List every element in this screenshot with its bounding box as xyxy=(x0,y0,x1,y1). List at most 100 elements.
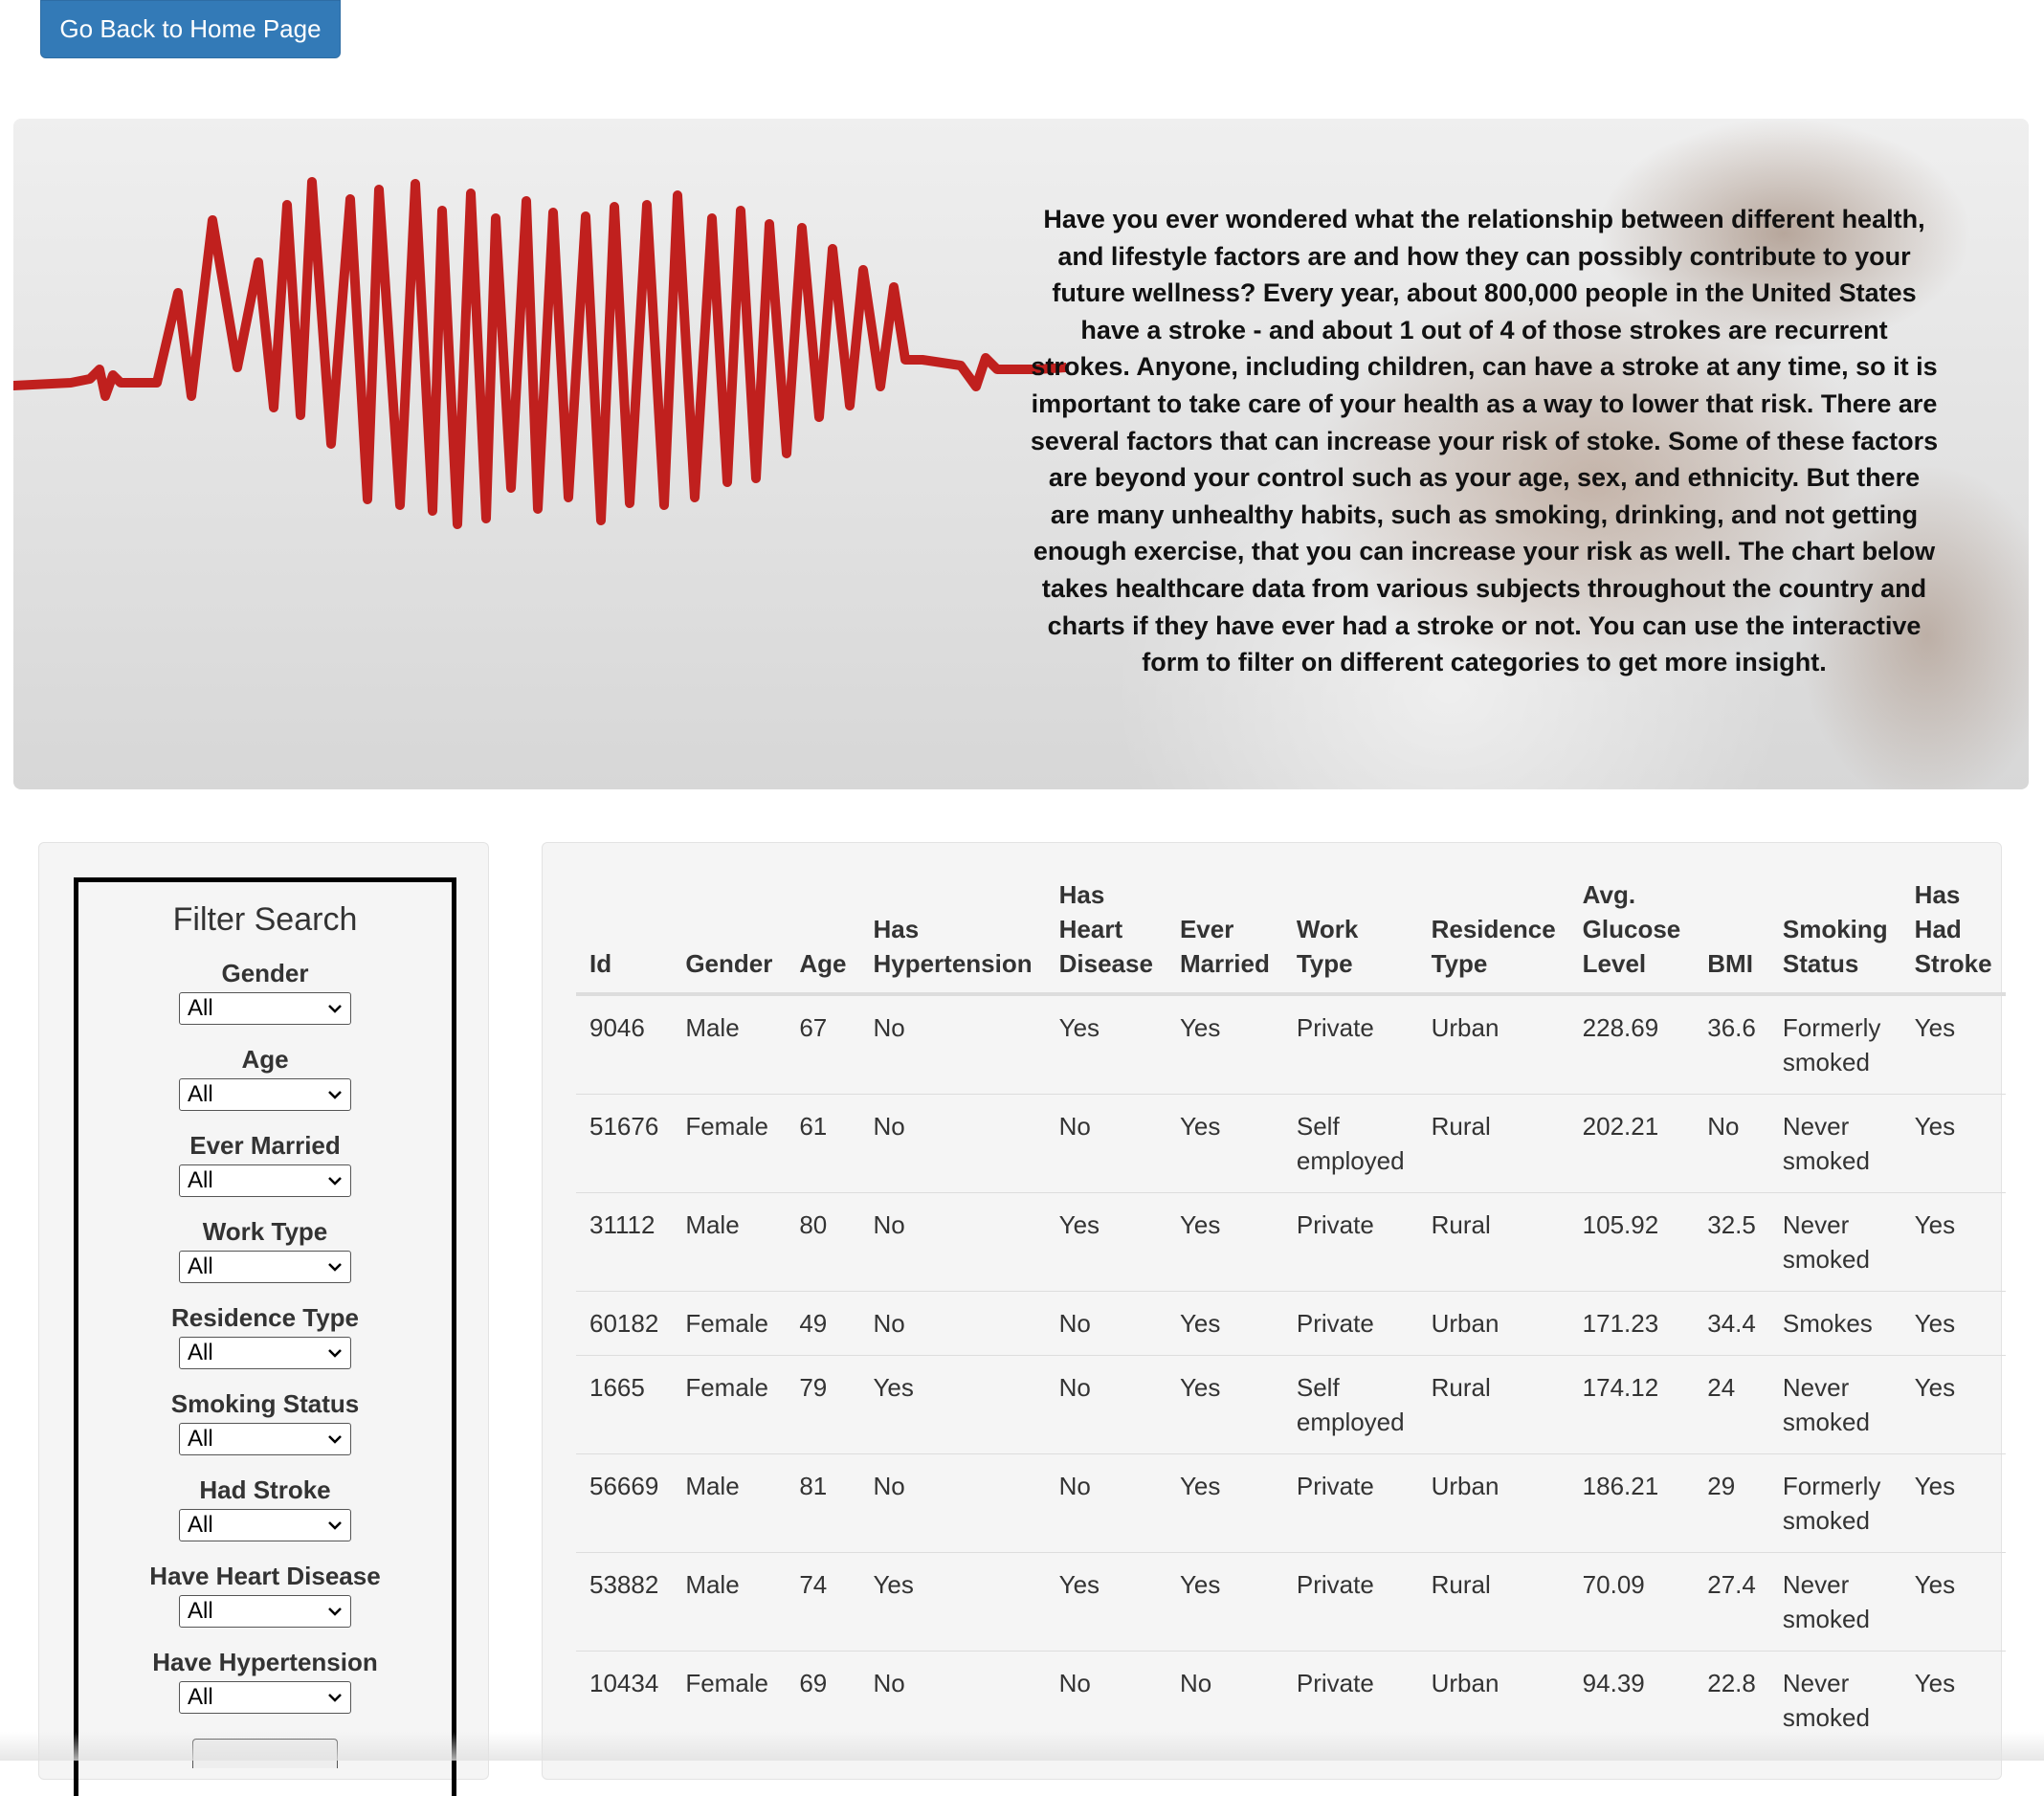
filter-group: Work Type All xyxy=(78,1214,452,1300)
column-header-word: Age xyxy=(799,949,847,978)
hero-banner: Have you ever wondered what the relation… xyxy=(13,119,2029,789)
table-row: 10434 Female 69 No No No Private Urban 94.39 22.8… xyxy=(576,1651,2006,1749)
age-select[interactable]: All xyxy=(179,1078,351,1111)
home-button[interactable]: Go Back to Home Page xyxy=(40,0,341,58)
column-header-word: Disease xyxy=(1058,949,1153,978)
table-cell: Private xyxy=(1282,1453,1418,1553)
table-cell: 53882 xyxy=(576,1552,673,1652)
filter-label-have-hypertension: Have Hypertension xyxy=(152,1648,378,1676)
column-header: Has Had Stroke xyxy=(1900,877,2006,996)
table-cell: 74 xyxy=(786,1552,860,1652)
chevron-down-icon xyxy=(328,1091,342,1099)
table-cell: Never smoked xyxy=(1768,1192,1901,1292)
table-cell: Private xyxy=(1282,1192,1418,1292)
table-cell: No xyxy=(859,993,1046,1095)
filter-title: Filter Search xyxy=(172,901,358,938)
select-value: All xyxy=(188,995,213,1021)
submit-button[interactable] xyxy=(192,1739,338,1768)
table-cell: 105.92 xyxy=(1568,1192,1695,1292)
results-panel: Id Gender Age Has Hypertension Has Heart Diseas… xyxy=(542,842,2006,1780)
have-hypertension-select[interactable]: All xyxy=(179,1681,351,1714)
table-cell: Yes xyxy=(1166,1552,1283,1652)
column-header-word: Work xyxy=(1296,915,1359,943)
table-cell: No xyxy=(859,1094,1046,1193)
table-cell: Male xyxy=(672,1453,787,1553)
column-header-word: Smoking xyxy=(1782,915,1888,943)
table-cell: No xyxy=(859,1453,1046,1553)
table-row: 60182 Female 49 No No Yes Private Urban 171.23 34… xyxy=(576,1291,2006,1356)
table-cell: 94.39 xyxy=(1568,1651,1695,1749)
chevron-down-icon xyxy=(328,1521,342,1530)
filter-group: Gender All xyxy=(78,956,452,1042)
table-cell: 1665 xyxy=(576,1355,673,1454)
column-header-word: Stroke xyxy=(1914,949,1992,978)
table-cell: 70.09 xyxy=(1568,1552,1695,1652)
table-cell: 51676 xyxy=(576,1094,673,1193)
column-header-word: Hypertension xyxy=(873,949,1033,978)
table-cell: No xyxy=(1045,1453,1166,1553)
ever-married-select[interactable]: All xyxy=(179,1164,351,1197)
table-cell: Yes xyxy=(1900,1453,2006,1553)
column-header-word: Type xyxy=(1431,949,1488,978)
column-header: Smoking Status xyxy=(1768,877,1901,996)
table-cell: No xyxy=(1166,1651,1283,1749)
filter-group: Ever Married All xyxy=(78,1128,452,1214)
column-header-word: BMI xyxy=(1707,949,1753,978)
column-header-word: Married xyxy=(1179,949,1270,978)
table-cell: 202.21 xyxy=(1568,1094,1695,1193)
table-cell: Yes xyxy=(1166,1291,1283,1356)
table-cell: Yes xyxy=(859,1355,1046,1454)
filter-group: Have Hypertension All xyxy=(78,1645,452,1731)
table-cell: Female xyxy=(672,1291,787,1356)
table-cell: Formerly smoked xyxy=(1768,1453,1901,1553)
chevron-down-icon xyxy=(328,1694,342,1702)
table-cell: Never smoked xyxy=(1768,1355,1901,1454)
filter-form: Filter Search Gender All Age All Ever Marrie… xyxy=(74,877,456,1796)
filter-group: Smoking Status All xyxy=(78,1386,452,1473)
table-cell: Yes xyxy=(1900,993,2006,1095)
table-cell: Rural xyxy=(1417,1355,1569,1454)
column-header: BMI xyxy=(1694,877,1769,996)
table-cell: Rural xyxy=(1417,1192,1569,1292)
table-cell: Urban xyxy=(1417,1651,1569,1749)
table-cell: Yes xyxy=(1166,1355,1283,1454)
column-header: Has Heart Disease xyxy=(1045,877,1166,996)
filter-label-gender: Gender xyxy=(221,959,309,987)
stroke-data-table: Id Gender Age Has Hypertension Has Heart Diseas… xyxy=(576,877,2006,1749)
table-cell: Yes xyxy=(1900,1651,2006,1749)
chevron-down-icon xyxy=(328,1177,342,1186)
work-type-select[interactable]: All xyxy=(179,1251,351,1283)
column-header-word: Ever xyxy=(1179,915,1234,943)
table-cell: Rural xyxy=(1417,1094,1569,1193)
column-header-word: Had xyxy=(1914,915,1962,943)
table-cell: Yes xyxy=(1045,993,1166,1095)
filter-label-smoking-status: Smoking Status xyxy=(170,1389,360,1418)
table-cell: Urban xyxy=(1417,1453,1569,1553)
gender-select[interactable]: All xyxy=(179,992,351,1025)
column-header-word: Status xyxy=(1782,949,1859,978)
table-cell: Never smoked xyxy=(1768,1651,1901,1749)
table-cell: 49 xyxy=(786,1291,860,1356)
select-value: All xyxy=(188,1684,213,1710)
column-header-word: Glucose xyxy=(1582,915,1681,943)
table-cell: Male xyxy=(672,1192,787,1292)
table-cell: Yes xyxy=(1900,1291,2006,1356)
column-header: Work Type xyxy=(1282,877,1418,996)
table-cell: Never smoked xyxy=(1768,1094,1901,1193)
residence-type-select[interactable]: All xyxy=(179,1337,351,1369)
smoking-status-select[interactable]: All xyxy=(179,1423,351,1455)
table-cell: 27.4 xyxy=(1694,1552,1769,1652)
table-cell: No xyxy=(859,1192,1046,1292)
table-cell: No xyxy=(859,1651,1046,1749)
table-cell: 31112 xyxy=(576,1192,673,1292)
column-header: Gender xyxy=(672,877,787,996)
table-cell: 22.8 xyxy=(1694,1651,1769,1749)
table-cell: Private xyxy=(1282,1651,1418,1749)
select-value: All xyxy=(188,1253,213,1279)
table-cell: Yes xyxy=(1900,1192,2006,1292)
table-cell: No xyxy=(1694,1094,1769,1193)
have-heart-disease-select[interactable]: All xyxy=(179,1595,351,1628)
table-row: 56669 Male 81 No No Yes Private Urban 186.21 29 Fo… xyxy=(576,1453,2006,1553)
table-cell: Rural xyxy=(1417,1552,1569,1652)
had-stroke-select[interactable]: All xyxy=(179,1509,351,1541)
